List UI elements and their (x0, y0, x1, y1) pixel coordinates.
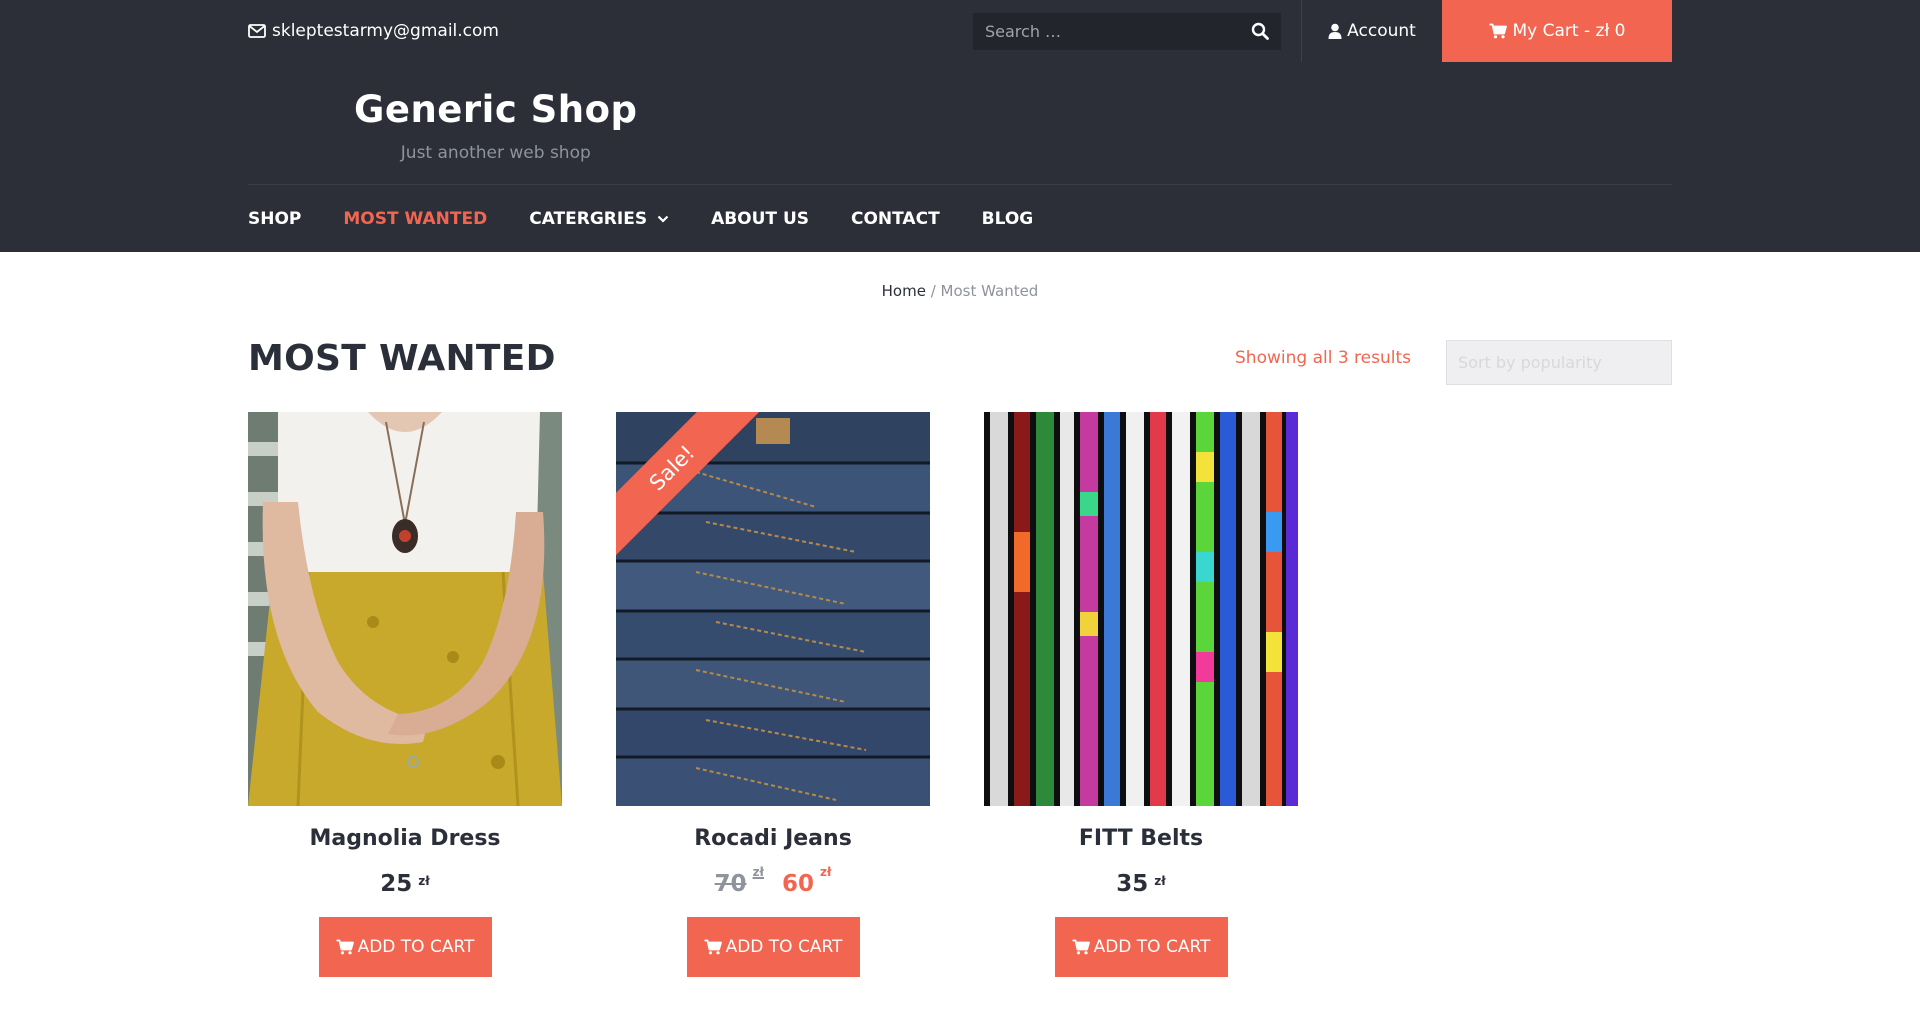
search-icon (1251, 22, 1269, 40)
result-count: Showing all 3 results (1235, 348, 1412, 368)
add-to-cart-button[interactable]: ADD TO CART (686, 917, 860, 977)
sort-select-value: Sort by popularity (1458, 353, 1602, 372)
price-old-amount: 70 (714, 871, 747, 897)
envelope-icon (248, 24, 266, 38)
price-currency: zł (820, 865, 832, 880)
search-button[interactable] (1251, 22, 1269, 44)
nav-item-contact[interactable]: CONTACT (851, 209, 940, 229)
breadcrumb: Home / Most Wanted (248, 282, 1672, 300)
product-image-link[interactable] (984, 412, 1298, 806)
product-name[interactable]: Rocadi Jeans (616, 826, 930, 851)
price-currency: zł (1154, 874, 1166, 888)
my-cart-label: My Cart - zł 0 (1512, 21, 1626, 41)
price-amount: 60 (782, 871, 815, 897)
nav-item-shop[interactable]: SHOP (248, 209, 301, 229)
product-image-dress (248, 412, 562, 806)
cart-icon (1072, 939, 1090, 955)
sort-select[interactable]: Sort by popularity (1446, 340, 1672, 385)
account-label: Account (1347, 21, 1416, 41)
price-old: 70 zł (714, 865, 764, 897)
account-link[interactable]: Account (1301, 0, 1442, 62)
price-new: 60 zł (782, 865, 831, 897)
cart-icon (336, 939, 354, 955)
product-name[interactable]: FITT Belts (984, 826, 1298, 851)
branding: Generic Shop Just another web shop (354, 88, 638, 163)
nav-item-about-us[interactable]: ABOUT US (711, 209, 809, 229)
add-to-cart-label: ADD TO CART (357, 937, 475, 957)
nav-item-label: ABOUT US (711, 208, 809, 229)
product-price: 25 zł (248, 871, 562, 901)
breadcrumb-home-link[interactable]: Home (882, 282, 926, 300)
nav-item-blog[interactable]: BLOG (982, 209, 1034, 229)
nav-item-label: CONTACT (851, 208, 940, 229)
site-title[interactable]: Generic Shop (354, 88, 638, 131)
page-title: MOST WANTED (248, 338, 556, 379)
nav-item-label: CATERGRIES (529, 208, 648, 229)
nav-item-most-wanted[interactable]: MOST WANTED (343, 209, 487, 229)
add-to-cart-label: ADD TO CART (725, 937, 843, 957)
main-navigation: SHOP MOST WANTED CATERGRIES ABOUT US CON… (248, 184, 1672, 252)
product-name[interactable]: Magnolia Dress (248, 826, 562, 851)
nav-item-label: MOST WANTED (343, 208, 488, 229)
product-card: Sale! Rocadi Jeans 70 zł 60 zł ADD TO CART (616, 412, 930, 977)
main-content: Home / Most Wanted MOST WANTED Showing a… (248, 252, 1672, 1033)
add-to-cart-label: ADD TO CART (1093, 937, 1211, 957)
product-card: Magnolia Dress 25 zł ADD TO CART (248, 412, 562, 977)
price-amount: 25 (380, 871, 413, 897)
my-cart-button[interactable]: My Cart - zł 0 (1442, 0, 1672, 62)
cart-icon (1489, 23, 1507, 39)
nav-item-categories[interactable]: CATERGRIES (529, 209, 669, 229)
product-price: 70 zł 60 zł (616, 865, 930, 901)
product-grid: Magnolia Dress 25 zł ADD TO CART Sale! R… (248, 412, 1672, 1012)
cart-icon (704, 939, 722, 955)
product-image-belts (984, 412, 1298, 806)
product-image-link[interactable] (248, 412, 562, 806)
breadcrumb-current: Most Wanted (940, 282, 1039, 300)
contact-email-text: skleptestarmy@gmail.com (272, 21, 499, 41)
product-image-link[interactable]: Sale! (616, 412, 930, 806)
chevron-down-icon (657, 215, 669, 223)
breadcrumb-separator: / (925, 282, 941, 300)
search-form (973, 13, 1281, 50)
add-to-cart-button[interactable]: ADD TO CART (318, 917, 492, 977)
search-input[interactable] (985, 22, 1235, 41)
contact-email[interactable]: skleptestarmy@gmail.com (248, 0, 499, 62)
add-to-cart-button[interactable]: ADD TO CART (1054, 917, 1228, 977)
product-price: 35 zł (984, 871, 1298, 901)
site-tagline: Just another web shop (400, 143, 591, 163)
site-header: Generic Shop Just another web shop SHOP … (0, 62, 1920, 252)
price-currency: zł (418, 874, 430, 888)
user-icon (1328, 23, 1342, 39)
product-card: FITT Belts 35 zł ADD TO CART (984, 412, 1298, 977)
nav-item-label: BLOG (981, 208, 1034, 229)
price-currency: zł (752, 865, 764, 880)
price-amount: 35 (1116, 871, 1149, 897)
nav-item-label: SHOP (248, 208, 302, 229)
top-bar: skleptestarmy@gmail.com Account (0, 0, 1920, 62)
